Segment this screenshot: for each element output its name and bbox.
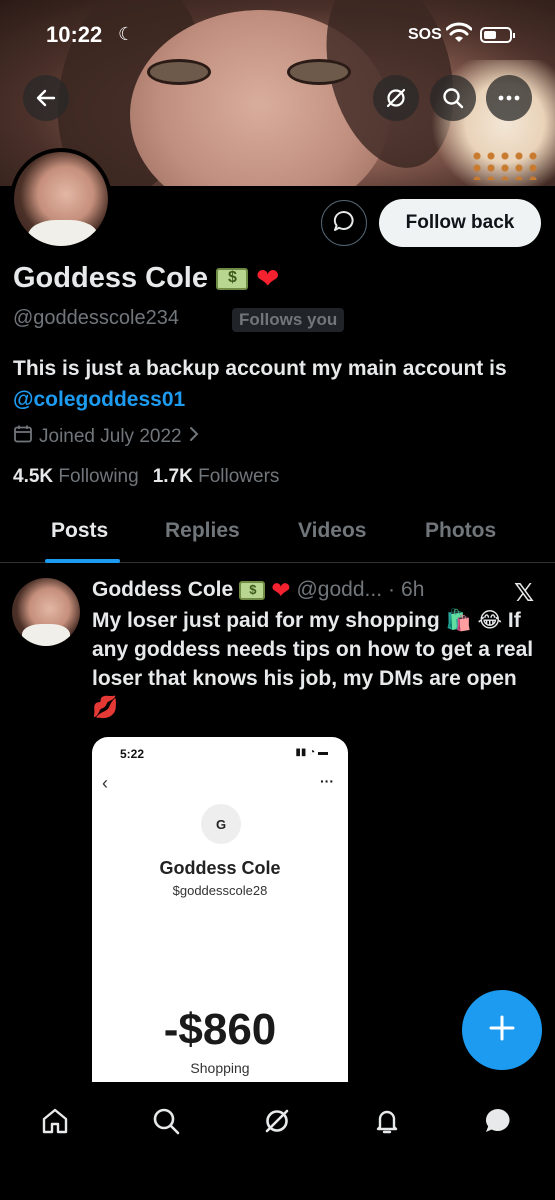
embed-avatar: G [201, 804, 241, 844]
post-header: Goddess Cole ❤ @godd... · 6h [92, 578, 424, 602]
money-emoji-icon [239, 580, 266, 600]
messages-icon [482, 1105, 514, 1142]
grok-button[interactable] [373, 75, 419, 121]
follows-you-badge: Follows you [232, 308, 345, 332]
more-icon [498, 95, 520, 101]
nav-notifications[interactable] [364, 1100, 410, 1146]
compose-plus-icon [488, 1014, 516, 1047]
search-icon [151, 1106, 181, 1141]
heart-emoji-icon: ❤ [271, 576, 291, 603]
wifi-icon [445, 22, 473, 49]
embed-amount: -$860 [163, 1005, 277, 1054]
joined-text: Joined July 2022 [39, 426, 182, 447]
profile-bio: This is just a backup account my main ac… [13, 353, 538, 415]
status-carrier: SOS [408, 26, 442, 43]
nav-grok[interactable] [254, 1100, 300, 1146]
status-time: 10:22 [46, 22, 103, 47]
profile-avatar[interactable] [10, 148, 112, 250]
calendar-icon [13, 424, 33, 450]
nav-search[interactable] [143, 1100, 189, 1146]
active-tab-indicator [45, 559, 120, 563]
embed-note: Shopping [190, 1060, 250, 1076]
money-emoji-icon [216, 267, 248, 290]
back-arrow-icon [35, 87, 57, 109]
nav-messages[interactable] [475, 1100, 521, 1146]
post-text: My loser just paid for my shopping 🛍️ 😂 … [92, 609, 534, 719]
tab-replies[interactable]: Replies [165, 519, 240, 543]
notifications-bell-icon [372, 1106, 402, 1141]
display-name: Goddess Cole [13, 262, 208, 294]
search-icon [441, 86, 465, 110]
home-icon [40, 1106, 70, 1141]
nav-home[interactable] [32, 1100, 78, 1146]
embed-status-time: 5:22 [120, 747, 145, 761]
post-image[interactable]: 5:22 ▮▮ ◔ ▬ ‹ ··· G Goddess Cole $goddes… [92, 737, 348, 1087]
following-link[interactable]: 4.5K Following [13, 466, 139, 488]
post-author-handle[interactable]: @godd... [296, 578, 382, 602]
follow-back-button[interactable]: Follow back [379, 199, 541, 247]
grok-icon [262, 1106, 292, 1141]
embed-name: Goddess Cole [159, 858, 281, 878]
tab-videos[interactable]: Videos [298, 519, 366, 543]
profile-handle: @goddesscole234 [13, 307, 179, 329]
bottom-nav [0, 1082, 555, 1200]
compose-button[interactable] [462, 990, 542, 1070]
post-author-name[interactable]: Goddess Cole [92, 578, 233, 602]
search-button[interactable] [430, 75, 476, 121]
joined-date[interactable]: Joined July 2022 [13, 424, 200, 450]
tab-posts[interactable]: Posts [51, 519, 108, 543]
embed-cashtag: $goddesscole28 [172, 883, 268, 898]
back-button[interactable] [23, 75, 69, 121]
battery-icon [480, 27, 515, 43]
status-bar: 10:22 ☾ SOS [0, 0, 555, 70]
message-icon [332, 209, 356, 238]
post-author-avatar[interactable] [12, 578, 80, 646]
heart-emoji-icon: ❤ [256, 262, 280, 294]
embed-more-icon: ··· [320, 773, 334, 789]
profile-name-row: Goddess Cole ❤ [13, 262, 279, 295]
embed-back-icon: ‹ [102, 773, 108, 793]
post-time[interactable]: 6h [401, 578, 424, 602]
bio-text: This is just a backup account my main ac… [13, 357, 507, 380]
bio-mention-link[interactable]: @colegoddess01 [13, 388, 185, 411]
chevron-right-icon [188, 426, 200, 448]
post-separator: · [388, 578, 396, 601]
x-logo-icon: 𝕏 [514, 579, 535, 607]
tab-photos[interactable]: Photos [425, 519, 496, 543]
message-button[interactable] [321, 200, 367, 246]
followers-link[interactable]: 1.7K Followers [153, 466, 280, 488]
embed-status-icons: ▮▮ ◔ ▬ [295, 747, 328, 758]
moon-icon: ☾ [118, 24, 135, 44]
more-button[interactable] [486, 75, 532, 121]
grok-icon [384, 86, 408, 110]
follow-counts: 4.5K Following 1.7K Followers [13, 466, 279, 488]
profile-tabs: Posts Replies Videos Photos [0, 505, 555, 563]
